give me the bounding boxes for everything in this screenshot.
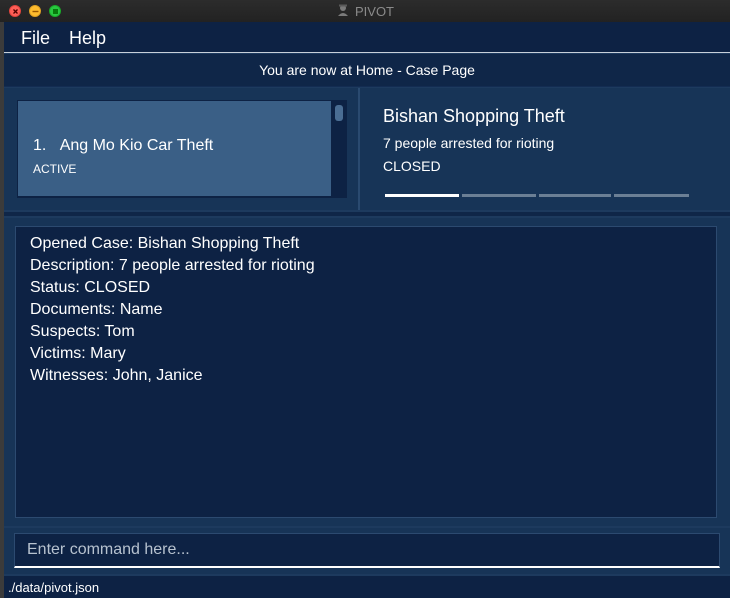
tab-indicator-4[interactable] — [614, 194, 689, 197]
result-display-section: Opened Case: Bishan Shopping Theft Descr… — [4, 218, 730, 526]
result-line: Description: 7 people arrested for rioti… — [30, 257, 315, 274]
case-detail-status: CLOSED — [383, 158, 441, 174]
tab-indicator-1[interactable] — [385, 194, 459, 197]
result-line: Suspects: Tom — [30, 323, 135, 340]
case-detail-description: 7 people arrested for rioting — [383, 135, 555, 151]
detective-icon — [336, 3, 350, 20]
window-title: PIVOT — [354, 3, 394, 19]
menu-help[interactable]: Help — [69, 28, 106, 49]
result-line: Documents: Name — [30, 301, 163, 318]
command-section — [4, 528, 730, 574]
case-list-item-status: ACTIVE — [33, 162, 77, 176]
case-detail-title: Bishan Shopping Theft — [383, 106, 565, 126]
case-list-scrollbar[interactable] — [333, 101, 345, 196]
result-line: Opened Case: Bishan Shopping Theft — [30, 235, 300, 252]
data-file-path: ./data/pivot.json — [8, 580, 100, 595]
notification-bar: You are now at Home - Case Page — [4, 54, 730, 87]
window-titlebar: PIVOT — [0, 0, 730, 23]
result-display: Opened Case: Bishan Shopping Theft Descr… — [15, 226, 717, 518]
case-list-scrollbar-thumb[interactable] — [335, 105, 343, 121]
case-detail-tabs — [385, 194, 689, 197]
case-list-item[interactable]: 1. Ang Mo Kio Car Theft ACTIVE — [18, 101, 331, 196]
tab-indicator-2[interactable] — [462, 194, 536, 197]
menu-file[interactable]: File — [21, 28, 50, 49]
tab-indicator-3[interactable] — [539, 194, 611, 197]
section-separator — [4, 212, 730, 216]
panel-divider[interactable] — [358, 88, 360, 210]
case-list-item-title: 1. Ang Mo Kio Car Theft — [33, 137, 213, 155]
case-list-item-name: Ang Mo Kio Car Theft — [59, 137, 214, 154]
status-bar: ./data/pivot.json — [4, 576, 730, 598]
case-detail-panel: Bishan Shopping Theft 7 people arrested … — [383, 88, 713, 210]
menu-bar: File Help — [4, 22, 730, 53]
result-line: Witnesses: John, Janice — [30, 367, 203, 384]
window-title-area: PIVOT — [0, 0, 730, 22]
result-line: Status: CLOSED — [30, 279, 151, 296]
case-overview-section: 1. Ang Mo Kio Car Theft ACTIVE Bishan Sh… — [4, 88, 730, 210]
case-list-item-index: 1. — [33, 137, 47, 154]
case-list-panel: 1. Ang Mo Kio Car Theft ACTIVE — [17, 100, 347, 198]
notification-text: You are now at Home - Case Page — [259, 62, 475, 78]
result-line: Victims: Mary — [30, 345, 126, 362]
command-input[interactable] — [14, 533, 720, 568]
